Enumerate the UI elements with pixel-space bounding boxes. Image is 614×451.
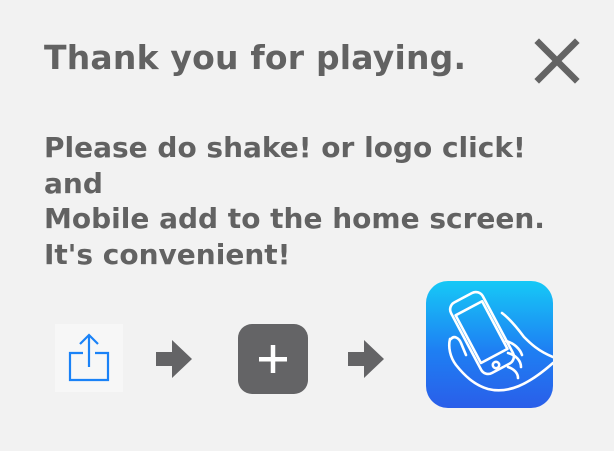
- close-icon: [534, 38, 580, 84]
- arrow-step-2: [348, 340, 384, 378]
- app-icon[interactable]: [426, 281, 553, 408]
- phone-in-hand-icon: [447, 290, 553, 392]
- arrow-right-icon: [156, 340, 192, 378]
- arrow-right-icon: [348, 340, 384, 378]
- arrow-step-1: [156, 340, 192, 378]
- message-line-2: and: [44, 166, 103, 200]
- share-step: [55, 324, 123, 392]
- close-button[interactable]: [532, 36, 582, 86]
- message-line-1: Please do shake! or logo click!: [44, 131, 526, 164]
- share-icon: [68, 333, 110, 382]
- add-to-home-step: [238, 324, 308, 394]
- plus-icon: [259, 345, 287, 373]
- message-line-3: Mobile add to the home screen.: [44, 202, 545, 235]
- dialog-title: Thank you for playing.: [44, 38, 467, 77]
- message-line-4: It's convenient!: [44, 237, 291, 271]
- instruction-text: Please do shake! or logo click! and Mobi…: [44, 130, 545, 272]
